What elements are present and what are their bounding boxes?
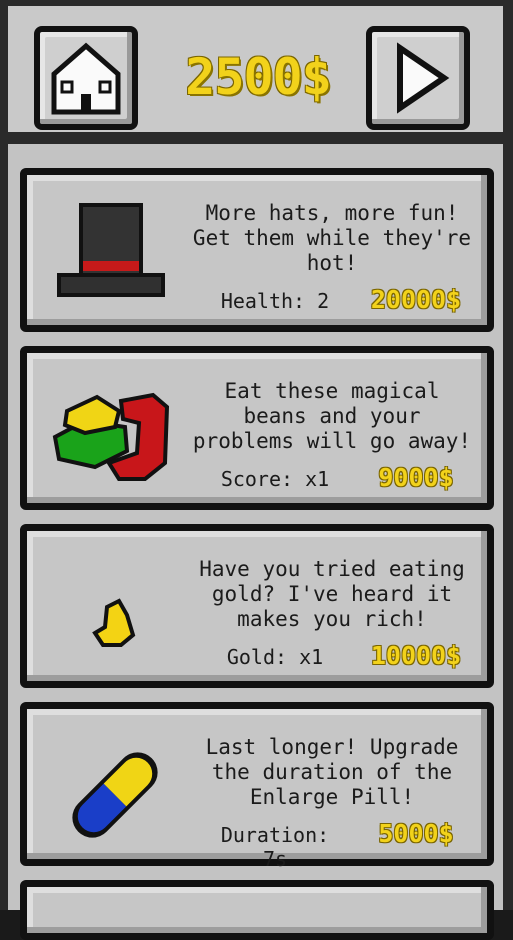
shop-item-partial[interactable] [20,880,494,940]
item-price[interactable]: 5000$ [347,819,485,848]
shop-header: 2500$ [8,6,503,144]
item-description: More hats, more fun! Get them while they… [192,201,472,275]
pill-icon [72,752,158,838]
item-price[interactable]: 20000$ [347,285,485,314]
home-button[interactable] [34,26,138,130]
item-description: Last longer! Upgrade the duration of the… [205,735,459,809]
item-stat: Health: 2 [220,289,330,313]
shop-item-beans[interactable]: Eat these magical beans and your problem… [20,346,494,510]
shop-item-gold[interactable]: Have you tried eating gold? I've heard i… [20,524,494,688]
item-description: Have you tried eating gold? I've heard i… [199,557,465,631]
money-counter: 2500$ [185,48,332,106]
item-stat: Duration: 7s [220,823,330,871]
magic-beans-icon [52,392,170,481]
item-stat: Score: x1 [220,467,330,491]
shop-item-pill[interactable]: Last longer! Upgrade the duration of the… [20,702,494,871]
top-hat-icon [57,203,165,297]
item-description: Eat these magical beans and your problem… [192,379,472,453]
shop-item-hat[interactable]: More hats, more fun! Get them while they… [20,168,494,332]
item-price[interactable]: 10000$ [347,641,485,670]
item-stat: Gold: x1 [226,645,324,669]
item-price[interactable]: 9000$ [347,463,485,492]
play-arrow-icon [397,42,450,114]
play-button[interactable] [366,26,470,130]
gold-nugget-icon [92,598,136,647]
house-icon [51,42,121,115]
